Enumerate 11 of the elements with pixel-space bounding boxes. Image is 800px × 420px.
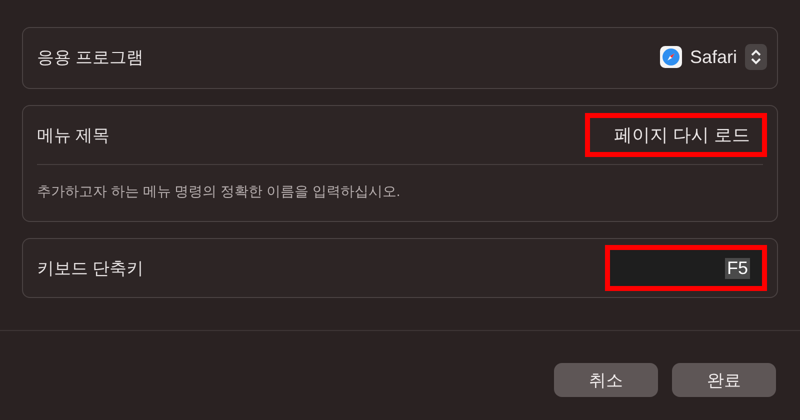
application-label: 응용 프로그램 (37, 46, 144, 68)
shortcut-field[interactable]: F5 (605, 245, 767, 291)
shortcut-label: 키보드 단축키 (37, 258, 144, 280)
done-button[interactable]: 완료 (672, 363, 776, 397)
stepper-icon[interactable] (745, 44, 767, 70)
menu-title-field[interactable]: 페이지 다시 로드 (585, 113, 767, 157)
compass-icon (660, 46, 682, 68)
cancel-button[interactable]: 취소 (554, 363, 658, 397)
hint-text: 추가하고자 하는 메뉴 명령의 정확한 이름을 입력하십시오. (36, 182, 402, 201)
application-value[interactable]: Safari (690, 46, 737, 68)
menu-title-label: 메뉴 제목 (37, 124, 110, 146)
